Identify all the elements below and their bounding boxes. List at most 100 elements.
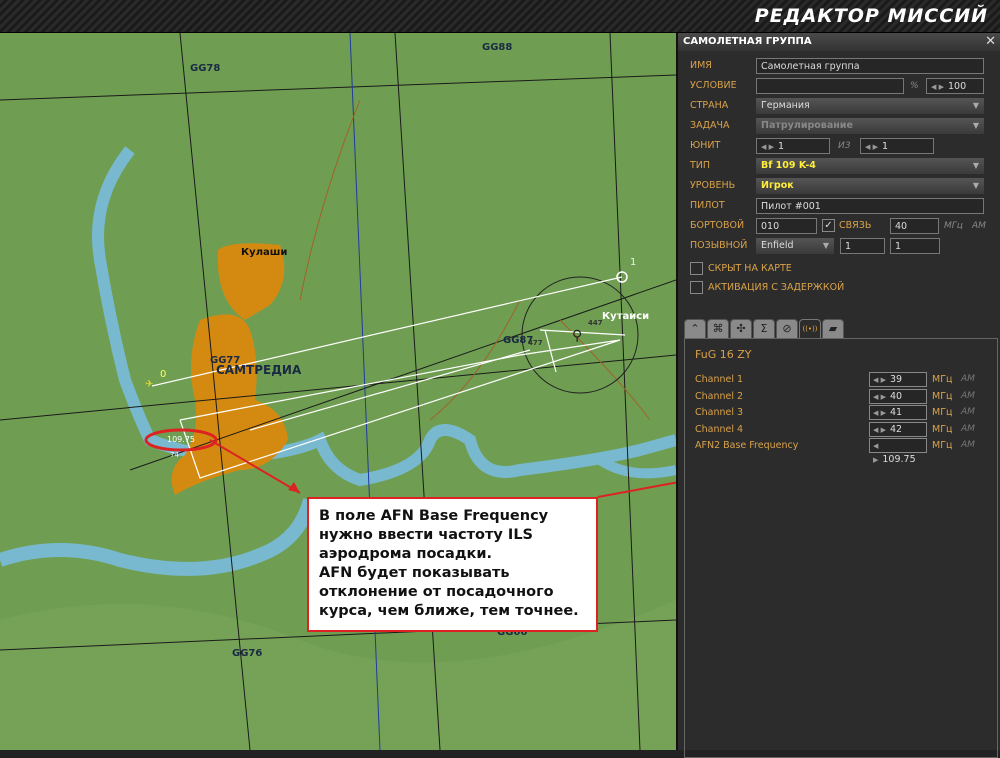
channel-unit: МГц bbox=[932, 440, 953, 451]
stepper-arrows-icon[interactable]: ◀ ▶ bbox=[761, 143, 774, 151]
name-input[interactable]: Самолетная группа bbox=[756, 58, 984, 74]
tab-failures[interactable]: ⊘ bbox=[776, 319, 798, 338]
callout-line: аэродрома посадки. bbox=[319, 546, 493, 562]
callout-line: нужно ввести частоту ILS bbox=[319, 527, 534, 543]
frequency-label: 109.75 bbox=[167, 435, 195, 444]
unit-total-stepper[interactable]: ◀ ▶ 1 bbox=[860, 138, 934, 154]
waypoint-label: 1 bbox=[630, 257, 637, 268]
board-number-input[interactable]: 010 bbox=[756, 218, 817, 234]
country-label: СТРАНА bbox=[690, 100, 729, 111]
task-value: Патрулирование bbox=[761, 120, 853, 131]
river-south bbox=[0, 498, 317, 576]
comm-frequency-input[interactable]: 40 bbox=[890, 218, 939, 234]
channel-unit: МГц bbox=[932, 424, 953, 435]
task-select[interactable]: Патрулирование ▼ bbox=[756, 118, 984, 134]
stepper-arrows-icon[interactable]: ◀ ▶ bbox=[873, 393, 886, 401]
channel-unit: МГц bbox=[932, 391, 953, 402]
stepper-arrows-icon[interactable]: ◀ ▶ bbox=[931, 83, 944, 91]
grid-label: GG78 bbox=[190, 63, 221, 74]
channel-label: Channel 2 bbox=[695, 391, 744, 402]
channel-label: Channel 3 bbox=[695, 407, 744, 418]
condition-input[interactable] bbox=[756, 78, 904, 94]
elevation-label: 447 bbox=[588, 319, 603, 327]
callsign-number-1[interactable]: 1 bbox=[840, 238, 885, 254]
tab-payload[interactable]: ✣ bbox=[730, 319, 752, 338]
tab-targets[interactable]: ⌘ bbox=[707, 319, 729, 338]
channel-value: 41 bbox=[890, 407, 903, 418]
percent-value: 100 bbox=[948, 81, 967, 92]
app-title: РЕДАКТОР МИССИЙ bbox=[754, 5, 988, 27]
channel-modulation: AM bbox=[961, 424, 975, 434]
task-label: ЗАДАЧА bbox=[690, 120, 730, 131]
radio-icon: ((•)) bbox=[802, 325, 818, 333]
stepper-arrows-icon[interactable]: ◀ ▶ bbox=[873, 426, 886, 434]
grid-label: GG88 bbox=[482, 42, 513, 53]
channel-modulation: AM bbox=[961, 407, 975, 417]
callout-line: отклонение от посадочного bbox=[319, 584, 554, 600]
channel-3-stepper[interactable]: ◀ ▶ 41 bbox=[869, 405, 927, 420]
unit-stepper[interactable]: ◀ ▶ 1 bbox=[756, 138, 830, 154]
radio-settings: FuG 16 ZY Channel 1 ◀ ▶ 39 МГц AM Channel… bbox=[684, 338, 998, 758]
skill-value: Игрок bbox=[761, 180, 794, 191]
chevron-down-icon: ▼ bbox=[972, 181, 979, 190]
unit-total-value: 1 bbox=[882, 141, 889, 152]
hidden-on-map-label: СКРЫТ НА КАРТЕ bbox=[708, 263, 792, 274]
unit-value: 1 bbox=[778, 141, 785, 152]
callsign-select[interactable]: Enfield ▼ bbox=[756, 238, 834, 254]
channel-value: 40 bbox=[890, 391, 903, 402]
comm-checkbox[interactable]: ✓ bbox=[822, 219, 835, 232]
tab-radio[interactable]: ((•)) bbox=[799, 319, 821, 339]
country-select[interactable]: Германия ▼ bbox=[756, 98, 984, 114]
tab-hangar[interactable]: ▰ bbox=[822, 319, 844, 338]
channel-1-stepper[interactable]: ◀ ▶ 39 bbox=[869, 372, 927, 387]
afn-base-frequency-stepper[interactable]: ◀ ▶ 109.75 bbox=[869, 438, 927, 465]
comm-label: СВЯЗЬ bbox=[839, 220, 872, 231]
afn-base-frequency-label: AFN2 Base Frequency bbox=[695, 440, 799, 451]
target-icon: ⌘ bbox=[712, 322, 724, 335]
city-label: Кулаши bbox=[241, 247, 288, 258]
skill-select[interactable]: Игрок ▼ bbox=[756, 178, 984, 194]
stepper-arrows-icon[interactable]: ◀ ▶ bbox=[873, 442, 878, 464]
aircraft-group-panel: САМОЛЕТНАЯ ГРУППА ✕ ИМЯ Самолетная групп… bbox=[676, 33, 1000, 758]
late-activation-checkbox[interactable] bbox=[690, 281, 703, 294]
callsign-number-2[interactable]: 1 bbox=[890, 238, 940, 254]
chevron-down-icon: ▼ bbox=[972, 161, 979, 170]
airfield-icon[interactable]: ⚲ bbox=[572, 328, 582, 344]
stepper-arrows-icon[interactable]: ◀ ▶ bbox=[873, 409, 886, 417]
map-canvas: ⚲ bbox=[0, 33, 676, 750]
channel-4-stepper[interactable]: ◀ ▶ 42 bbox=[869, 422, 927, 437]
aircraft-icon[interactable]: ✈ bbox=[145, 379, 153, 390]
tab-route[interactable]: ⌃ bbox=[684, 319, 706, 338]
panel-header: САМОЛЕТНАЯ ГРУППА ✕ bbox=[678, 33, 1000, 51]
summary-icon: Σ bbox=[760, 322, 768, 335]
comm-unit: МГц bbox=[944, 221, 963, 231]
stepper-arrows-icon[interactable]: ◀ ▶ bbox=[865, 143, 878, 151]
callout-line: AFN будет показывать bbox=[319, 565, 510, 581]
map-view[interactable]: ⚲ GG88 GG78 GG77 GG87 GG76 GG66 Кулаши С… bbox=[0, 33, 676, 750]
chevron-down-icon: ▼ bbox=[972, 101, 979, 110]
skill-label: УРОВЕНЬ bbox=[690, 180, 736, 191]
hidden-on-map-checkbox[interactable] bbox=[690, 262, 703, 275]
callsign-value: Enfield bbox=[761, 240, 794, 251]
tab-summary[interactable]: Σ bbox=[753, 319, 775, 338]
channel-2-stepper[interactable]: ◀ ▶ 40 bbox=[869, 389, 927, 404]
hangar-icon: ▰ bbox=[828, 322, 838, 335]
pilot-label: ПИЛОТ bbox=[690, 200, 725, 211]
pilot-input[interactable]: Пилот #001 bbox=[756, 198, 984, 214]
route-icon: ⌃ bbox=[690, 322, 700, 335]
channel-value: 42 bbox=[890, 424, 903, 435]
grid-label: GG76 bbox=[232, 648, 263, 659]
callout-line: В поле AFN Base Frequency bbox=[319, 508, 549, 524]
close-icon[interactable]: ✕ bbox=[985, 34, 996, 49]
channel-modulation: AM bbox=[961, 440, 975, 450]
radio-name: FuG 16 ZY bbox=[695, 348, 752, 361]
percent-sign: % bbox=[910, 81, 919, 91]
channel-label: Channel 1 bbox=[695, 374, 744, 385]
percent-stepper[interactable]: ◀ ▶ 100 bbox=[926, 78, 984, 94]
unit-label: ЮНИТ bbox=[690, 140, 721, 151]
type-select[interactable]: Bf 109 K-4 ▼ bbox=[756, 158, 984, 174]
channel-unit: МГц bbox=[932, 407, 953, 418]
late-activation-label: АКТИВАЦИЯ С ЗАДЕРЖКОЙ bbox=[708, 282, 845, 293]
stepper-arrows-icon[interactable]: ◀ ▶ bbox=[873, 376, 886, 384]
panel-title: САМОЛЕТНАЯ ГРУППА bbox=[683, 36, 812, 47]
